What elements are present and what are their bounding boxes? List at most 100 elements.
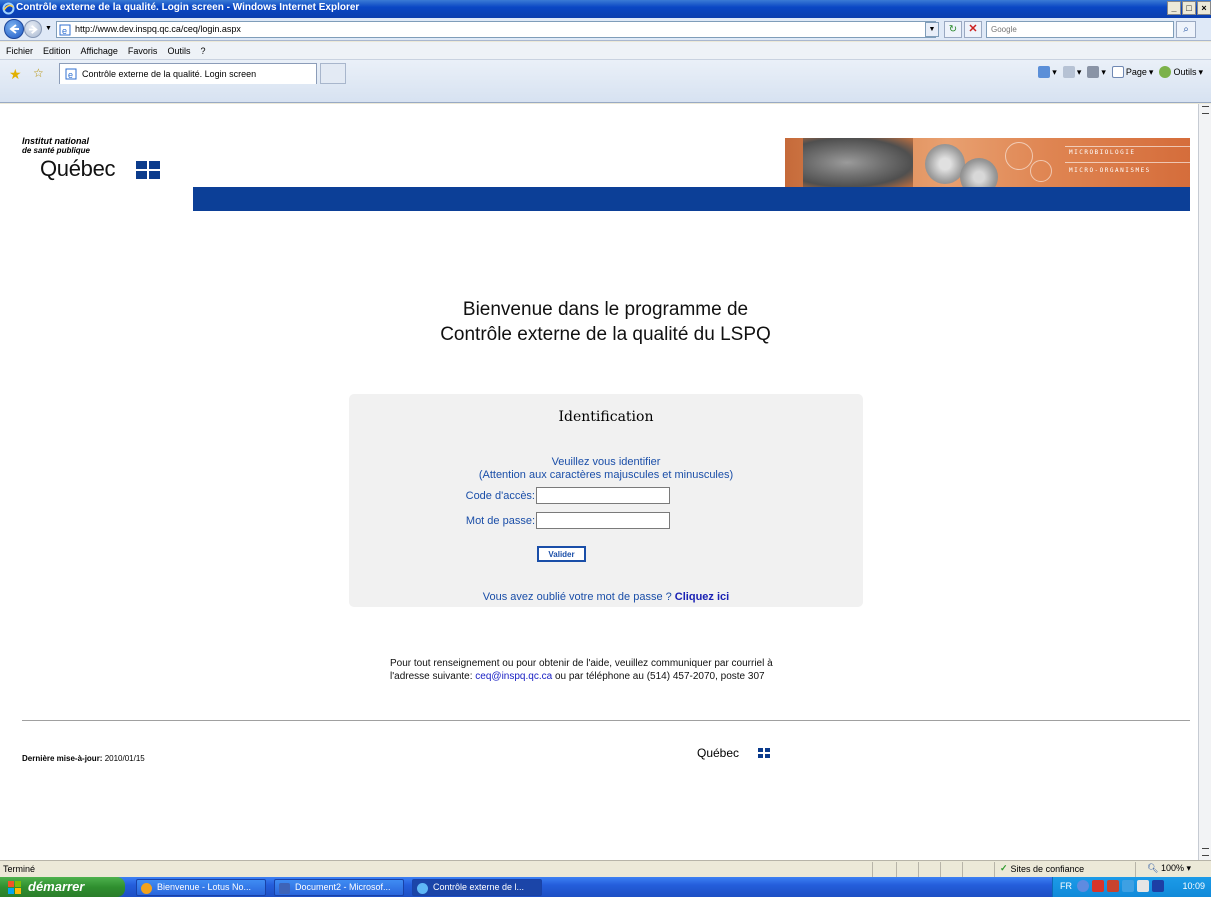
login-instructions: Veuillez vous identifier (Attention aux … [349, 456, 863, 482]
contact-email-link[interactable]: ceq@inspq.qc.ca [475, 671, 552, 682]
last-update: Dernière mise-à-jour: 2010/01/15 [22, 754, 145, 763]
taskbar-item-ie[interactable]: Contrôle externe de l... [412, 879, 542, 896]
banner-text-1: MICROBIOLOGIE [1069, 149, 1136, 156]
address-url: http://www.dev.inspq.qc.ca/ceq/login.asp… [75, 24, 241, 34]
scroll-down-icon[interactable] [1202, 848, 1209, 856]
search-box[interactable] [986, 21, 1174, 38]
last-update-label: Dernière mise-à-jour: [22, 754, 103, 763]
submit-button[interactable]: Valider [537, 546, 586, 562]
tray-icon[interactable] [1122, 880, 1134, 892]
menu-affichage[interactable]: Affichage [81, 46, 118, 56]
instruction-line2: (Attention aux caractères majuscules et … [478, 469, 734, 481]
status-pane [896, 862, 897, 877]
windows-taskbar: démarrer Bienvenue - Lotus No... Documen… [0, 877, 1211, 897]
add-favorite-icon[interactable]: ☆ [33, 66, 44, 80]
taskbar-item-document[interactable]: Document2 - Microsof... [274, 879, 404, 896]
logo-line2: de santé publique [22, 146, 91, 155]
login-title: Identification [558, 409, 654, 425]
zoom-icon: 🔍︎ [1147, 863, 1159, 873]
tray-icon[interactable] [1152, 880, 1164, 892]
address-dropdown-icon[interactable]: ▼ [925, 22, 939, 37]
home-button[interactable]: ▾ [1038, 66, 1057, 78]
footer-quebec-logo[interactable]: Québec [697, 746, 739, 760]
page-menu-button[interactable]: Page ▾ [1111, 66, 1153, 78]
new-tab-button[interactable] [320, 63, 346, 84]
search-icon[interactable]: ⌕ [1176, 21, 1196, 38]
menu-help[interactable]: ? [200, 46, 205, 56]
tray-icon[interactable] [1077, 880, 1089, 892]
quebec-flag-icon [758, 748, 770, 759]
status-text: Terminé [3, 864, 36, 874]
page-icon: e [59, 24, 71, 36]
status-pane [918, 862, 919, 877]
tray-icon[interactable] [1092, 880, 1104, 892]
gear-outline-icon [1030, 160, 1052, 182]
last-update-value: 2010/01/15 [104, 754, 145, 763]
maximize-button[interactable]: □ [1182, 1, 1196, 15]
zoom-control[interactable]: 🔍︎ 100% ▾ [1147, 863, 1191, 874]
recent-pages-dropdown-icon[interactable]: ▼ [45, 25, 52, 32]
system-tray: FR 10:09 [1052, 877, 1211, 897]
tab-label: Contrôle externe de la qualité. Login sc… [82, 69, 257, 79]
feeds-button[interactable]: ▾ [1062, 66, 1081, 78]
code-input[interactable] [536, 487, 670, 504]
refresh-button[interactable]: ↻ [944, 21, 962, 38]
banner-line [1065, 162, 1190, 163]
menu-bar: Fichier Edition Affichage Favoris Outils… [0, 42, 1211, 60]
gear-icon [925, 144, 965, 184]
menu-favoris[interactable]: Favoris [128, 46, 158, 56]
password-input[interactable] [536, 512, 670, 529]
taskbar-item-lotus[interactable]: Bienvenue - Lotus No... [136, 879, 266, 896]
taskbar-item-label: Document2 - Microsof... [295, 882, 391, 892]
banner-text-2: MICRO-ORGANISMES [1069, 167, 1151, 174]
back-button[interactable] [4, 19, 24, 39]
quebec-flag-icon [136, 161, 161, 180]
status-bar: Terminé ✓ Sites de confiance 🔍︎ 100% ▾ [0, 860, 1211, 877]
tools-menu-button[interactable]: Outils ▾ [1159, 66, 1203, 78]
taskbar-item-label: Contrôle externe de l... [433, 882, 525, 892]
browser-window: Contrôle externe de la qualité. Login sc… [0, 0, 1211, 897]
status-pane [994, 862, 995, 877]
welcome-line1: Bienvenue dans le programme de [462, 299, 749, 320]
gear-icon [1159, 66, 1172, 78]
language-indicator[interactable]: FR [1060, 881, 1072, 891]
code-row: Code d'accès: [349, 487, 863, 507]
window-title: Contrôle externe de la qualité. Login sc… [16, 2, 360, 13]
page-icon: e [65, 68, 77, 80]
zone-label: Sites de confiance [1010, 863, 1085, 874]
window-controls: _ □ × [1166, 1, 1211, 17]
favorites-star-icon[interactable]: ★ [9, 66, 22, 83]
header-banner-image: MICROBIOLOGIE MICRO-ORGANISMES [785, 138, 1190, 187]
scroll-up-icon[interactable] [1202, 106, 1209, 114]
tray-icon[interactable] [1137, 880, 1149, 892]
start-button[interactable]: démarrer [0, 877, 125, 897]
print-button[interactable]: ▾ [1087, 66, 1106, 78]
menu-fichier[interactable]: Fichier [6, 46, 33, 56]
home-icon [1038, 66, 1051, 78]
search-input[interactable] [987, 22, 1167, 37]
svg-text:e: e [62, 26, 67, 36]
contact-line2: l'adresse suivante: ceq@inspq.qc.ca ou p… [390, 670, 773, 683]
footer-divider [22, 720, 1190, 721]
inspq-logo[interactable]: Institut national de santé publique Québ… [22, 136, 161, 181]
clock: 10:09 [1182, 881, 1205, 891]
status-pane [940, 862, 941, 877]
close-button[interactable]: × [1197, 1, 1211, 15]
forward-button[interactable] [24, 20, 42, 38]
vertical-scrollbar[interactable] [1198, 104, 1211, 860]
zoom-value: 100% [1160, 863, 1184, 873]
stop-button[interactable]: ✕ [964, 21, 982, 38]
tray-icons [1077, 880, 1164, 892]
menu-edition[interactable]: Edition [43, 46, 71, 56]
logo-line1: Institut national [22, 136, 89, 146]
tray-icon[interactable] [1107, 880, 1119, 892]
ie-logo-icon [2, 2, 15, 15]
forgot-password-link[interactable]: Cliquez ici [675, 591, 729, 603]
security-zone[interactable]: ✓ Sites de confiance [1000, 863, 1084, 874]
contact-info: Pour tout renseignement ou pour obtenir … [390, 657, 773, 683]
address-toolbar: ▼ e http://www.dev.inspq.qc.ca/ceq/login… [0, 18, 1211, 41]
minimize-button[interactable]: _ [1167, 1, 1181, 15]
tab-current[interactable]: e Contrôle externe de la qualité. Login … [59, 63, 317, 84]
address-field[interactable]: e http://www.dev.inspq.qc.ca/ceq/login.a… [56, 21, 936, 38]
menu-outils[interactable]: Outils [167, 46, 190, 56]
